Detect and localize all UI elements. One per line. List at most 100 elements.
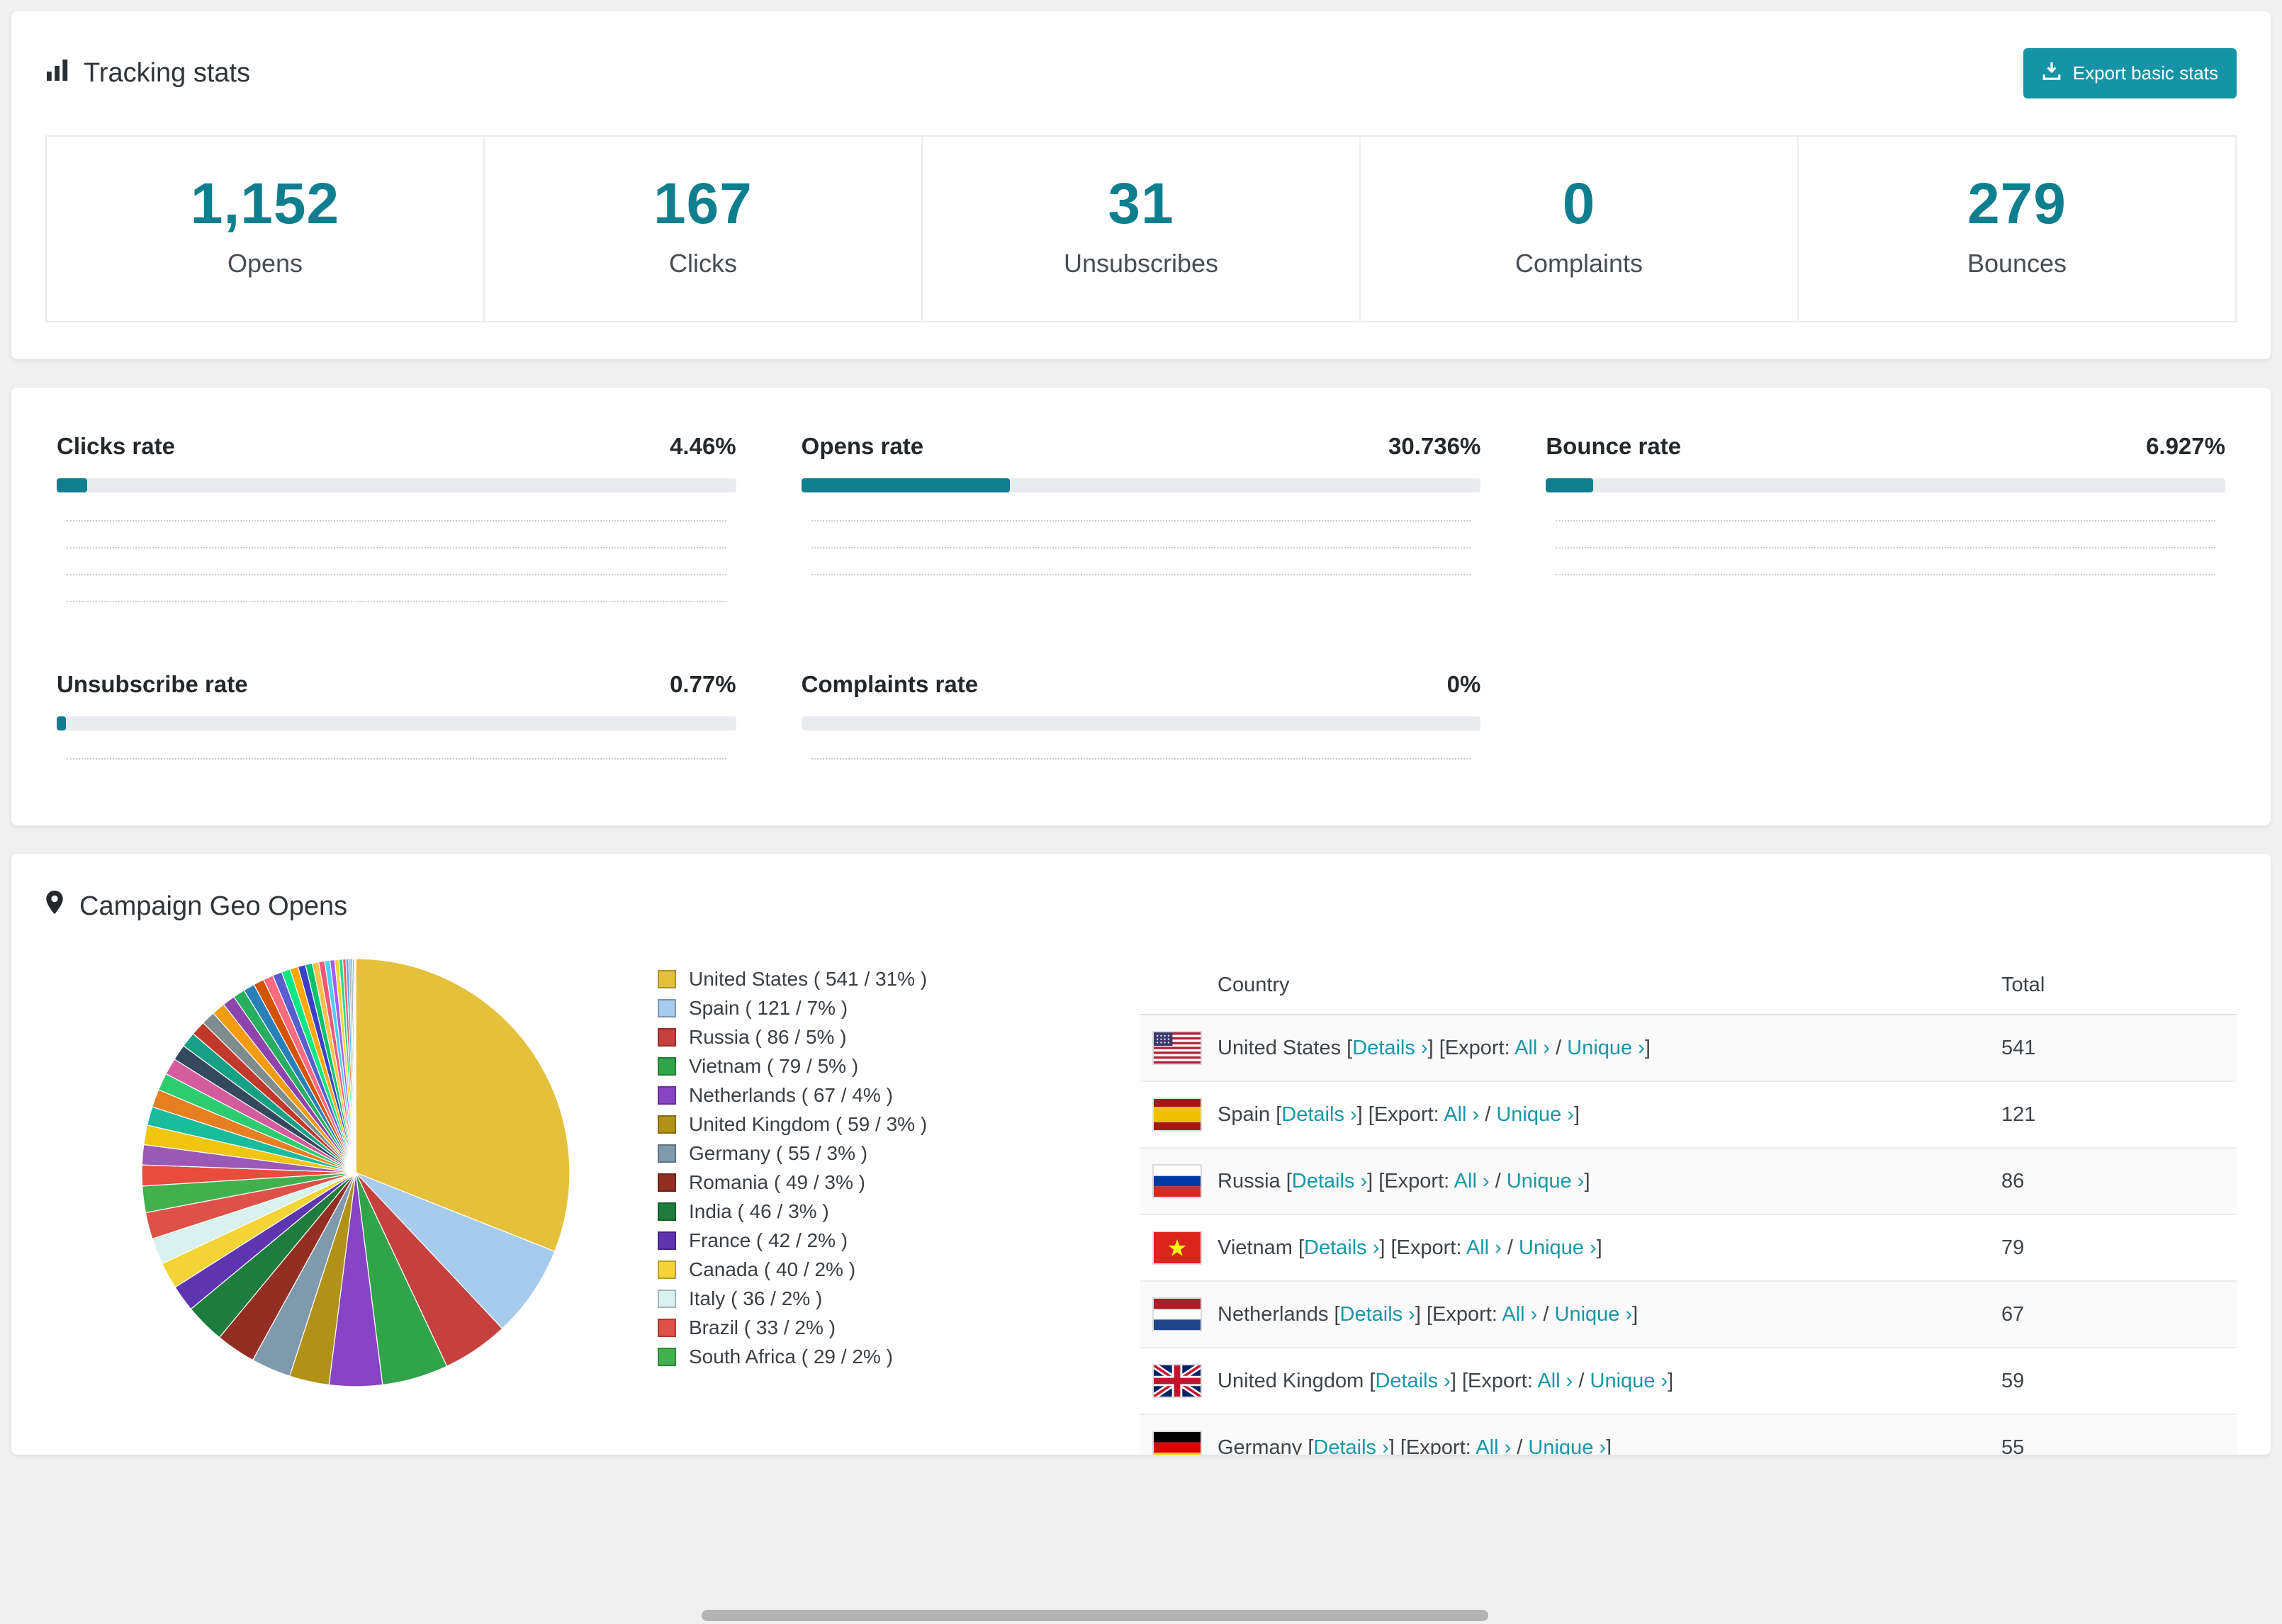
country-name: Netherlands bbox=[1218, 1302, 1329, 1326]
export-unique-link[interactable]: Unique › bbox=[1528, 1436, 1606, 1455]
export-all-link[interactable]: All › bbox=[1466, 1236, 1502, 1259]
details-link[interactable]: Details › bbox=[1292, 1170, 1367, 1192]
rate-detail-row bbox=[802, 563, 1481, 590]
legend-label: South Africa ( 29 / 2% ) bbox=[689, 1346, 893, 1368]
country-flag-icon bbox=[1152, 1364, 1202, 1398]
legend-color-swatch bbox=[658, 1202, 676, 1221]
geo-card-title: Campaign Geo Opens bbox=[45, 891, 2237, 922]
export-all-link[interactable]: All › bbox=[1502, 1303, 1537, 1326]
legend-color-swatch bbox=[658, 969, 676, 988]
export-basic-stats-button[interactable]: Export basic stats bbox=[2023, 48, 2237, 98]
geo-opens-card: Campaign Geo Opens United States ( 541 /… bbox=[11, 854, 2271, 1455]
dotted-leader bbox=[1556, 574, 2215, 575]
rate-detail-row bbox=[1546, 536, 2225, 563]
stat-box: 167 Clicks bbox=[485, 137, 923, 321]
stat-box: 1,152 Opens bbox=[47, 137, 485, 321]
export-all-link[interactable]: All › bbox=[1444, 1103, 1479, 1126]
rate-progress-track bbox=[57, 478, 736, 492]
dotted-leader bbox=[67, 574, 726, 575]
stat-value: 167 bbox=[653, 171, 753, 236]
rate-percent: 0% bbox=[1446, 671, 1481, 697]
details-link[interactable]: Details › bbox=[1304, 1236, 1379, 1259]
table-row: Germany [Details ›] [Export: All › / Uni… bbox=[1140, 1415, 2237, 1455]
country-total: 121 bbox=[2001, 1103, 2036, 1126]
rate-progress-fill bbox=[57, 478, 87, 492]
legend-item: Brazil ( 33 / 2% ) bbox=[658, 1313, 1083, 1342]
geo-title-text: Campaign Geo Opens bbox=[79, 891, 348, 921]
export-all-link[interactable]: All › bbox=[1537, 1370, 1573, 1392]
country-total: 79 bbox=[2001, 1236, 2025, 1259]
export-all-link[interactable]: All › bbox=[1454, 1170, 1490, 1192]
legend-color-swatch bbox=[658, 1347, 676, 1366]
export-unique-link[interactable]: Unique › bbox=[1590, 1370, 1668, 1392]
country-name: Spain bbox=[1218, 1103, 1271, 1126]
export-unique-link[interactable]: Unique › bbox=[1555, 1303, 1633, 1326]
export-unique-link[interactable]: Unique › bbox=[1567, 1037, 1645, 1059]
country-total: 67 bbox=[2001, 1302, 2025, 1326]
stat-value: 31 bbox=[1108, 171, 1174, 236]
table-row: United States [Details ›] [Export: All ›… bbox=[1140, 1015, 2237, 1082]
export-all-link[interactable]: All › bbox=[1476, 1436, 1511, 1455]
legend-label: Vietnam ( 79 / 5% ) bbox=[689, 1055, 859, 1077]
rate-title: Clicks rate bbox=[57, 433, 175, 459]
stat-value: 1,152 bbox=[190, 171, 340, 236]
legend-label: Italy ( 36 / 2% ) bbox=[689, 1287, 823, 1309]
rate-section: Complaints rate 0% bbox=[801, 671, 1481, 774]
rate-section: Clicks rate 4.46% bbox=[57, 433, 736, 617]
geo-table: Country Total United States [Details ›] … bbox=[1140, 956, 2237, 1455]
country-name: United States bbox=[1218, 1036, 1342, 1059]
stat-label: Clicks bbox=[669, 249, 737, 278]
dotted-leader bbox=[67, 547, 726, 548]
rate-progress-track bbox=[1546, 478, 2225, 492]
stat-value: 279 bbox=[1967, 171, 2067, 236]
export-unique-link[interactable]: Unique › bbox=[1507, 1170, 1585, 1192]
dotted-leader bbox=[67, 758, 726, 760]
legend-color-swatch bbox=[658, 1231, 676, 1250]
tracking-stats-card: Tracking stats Export basic stats 1,152 … bbox=[11, 11, 2271, 359]
legend-color-swatch bbox=[658, 1056, 676, 1076]
rate-percent: 30.736% bbox=[1388, 433, 1481, 459]
horizontal-scrollbar-thumb[interactable] bbox=[702, 1610, 1488, 1621]
rates-grid: Clicks rate 4.46% Opens rate 30.736% Bou… bbox=[45, 424, 2237, 789]
details-link[interactable]: Details › bbox=[1313, 1436, 1388, 1455]
country-flag-icon bbox=[1152, 1031, 1202, 1065]
export-unique-link[interactable]: Unique › bbox=[1496, 1103, 1574, 1126]
legend-item: France ( 42 / 2% ) bbox=[658, 1226, 1083, 1255]
dotted-leader bbox=[811, 574, 1471, 575]
legend-label: Brazil ( 33 / 2% ) bbox=[689, 1316, 836, 1338]
rate-detail-row bbox=[802, 509, 1481, 536]
card-title-text: Tracking stats bbox=[84, 58, 251, 88]
rate-detail-row bbox=[57, 748, 736, 774]
rate-percent: 6.927% bbox=[2146, 433, 2225, 459]
rate-detail-row bbox=[1546, 563, 2225, 590]
legend-color-swatch bbox=[658, 1115, 676, 1134]
legend-item: Vietnam ( 79 / 5% ) bbox=[658, 1051, 1083, 1081]
legend-color-swatch bbox=[658, 1260, 676, 1279]
rate-progress-fill bbox=[57, 716, 67, 731]
stat-label: Bounces bbox=[1967, 249, 2067, 278]
legend-item: Romania ( 49 / 3% ) bbox=[658, 1168, 1083, 1197]
table-row: Netherlands [Details ›] [Export: All › /… bbox=[1140, 1282, 2237, 1348]
table-row: Russia [Details ›] [Export: All › / Uniq… bbox=[1140, 1149, 2237, 1215]
export-unique-link[interactable]: Unique › bbox=[1519, 1236, 1597, 1259]
details-link[interactable]: Details › bbox=[1340, 1303, 1415, 1326]
stats-strip: 1,152 Opens 167 Clicks 31 Unsubscribes 0… bbox=[45, 135, 2237, 322]
table-row: Vietnam [Details ›] [Export: All › / Uni… bbox=[1140, 1215, 2237, 1282]
geo-pie-chart[interactable] bbox=[139, 956, 573, 1389]
legend-label: Canada ( 40 / 2% ) bbox=[689, 1258, 856, 1280]
dashboard-page: Tracking stats Export basic stats 1,152 … bbox=[0, 0, 2282, 1624]
rate-detail-row bbox=[57, 509, 736, 536]
dotted-leader bbox=[1556, 520, 2215, 521]
details-link[interactable]: Details › bbox=[1352, 1037, 1427, 1059]
country-flag-icon bbox=[1152, 1098, 1202, 1132]
country-total: 55 bbox=[2001, 1436, 2025, 1455]
rate-title: Bounce rate bbox=[1546, 433, 1682, 459]
legend-color-swatch bbox=[658, 998, 676, 1017]
export-all-link[interactable]: All › bbox=[1514, 1037, 1550, 1059]
details-link[interactable]: Details › bbox=[1375, 1370, 1450, 1392]
rate-percent: 4.46% bbox=[670, 433, 736, 459]
details-link[interactable]: Details › bbox=[1281, 1103, 1356, 1126]
tracking-stats-title: Tracking stats bbox=[45, 58, 250, 89]
legend-color-swatch bbox=[658, 1086, 676, 1105]
legend-label: United States ( 541 / 31% ) bbox=[689, 968, 928, 990]
